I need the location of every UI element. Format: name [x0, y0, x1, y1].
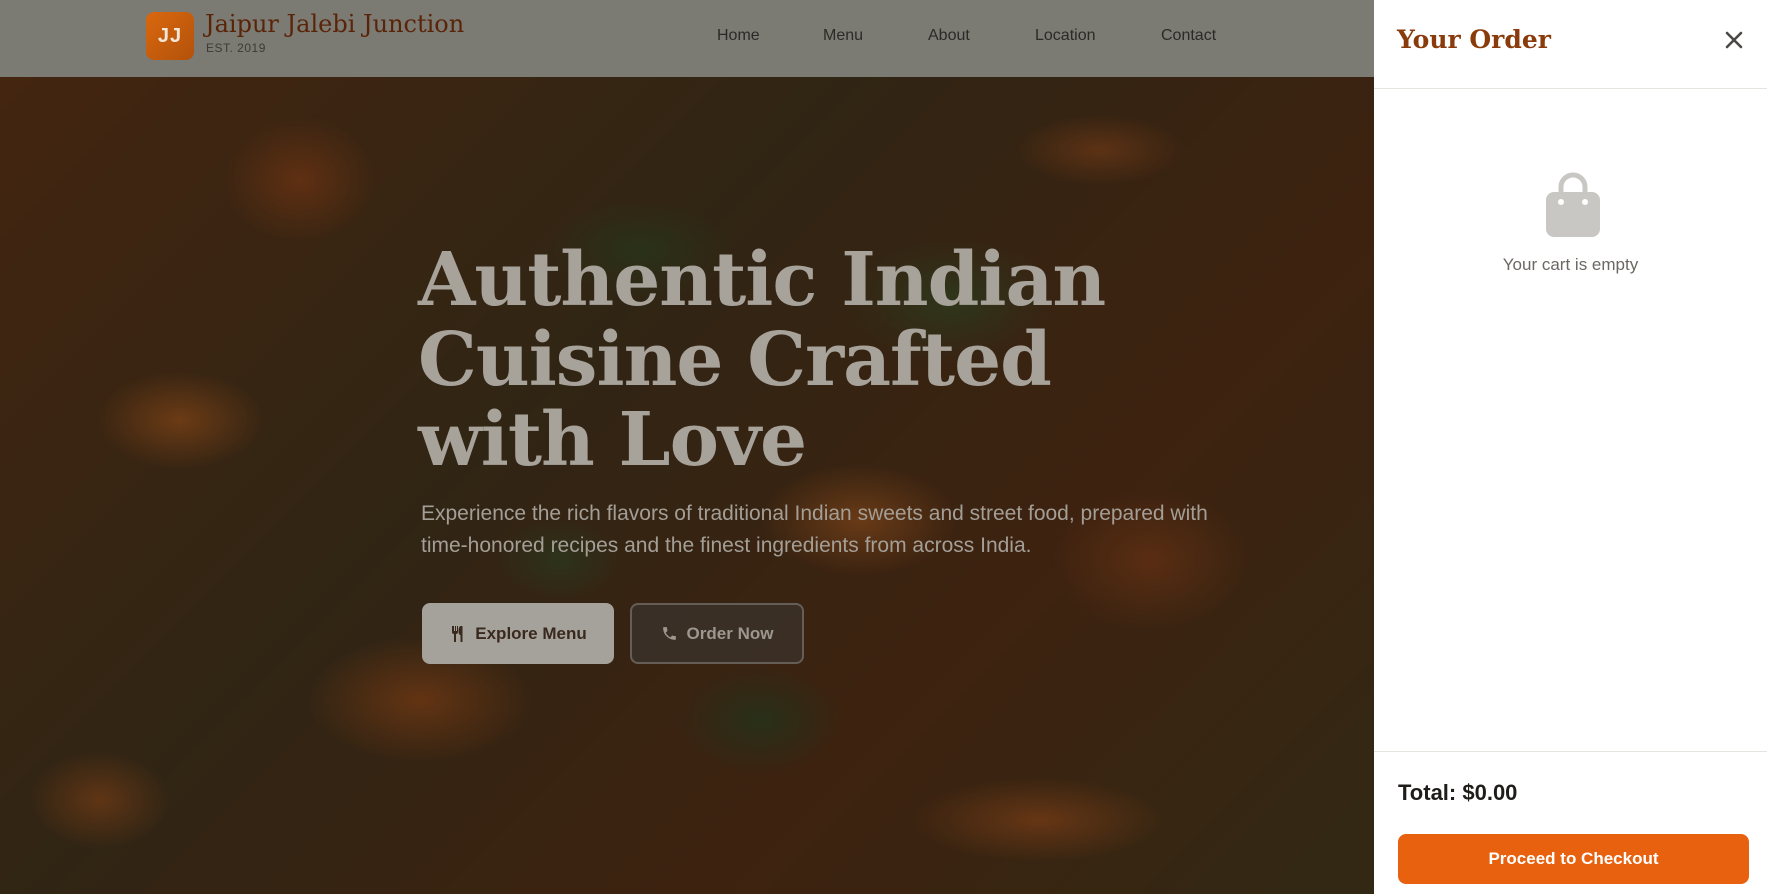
explore-menu-button[interactable]: Explore Menu — [422, 603, 614, 664]
nav-item-contact[interactable]: Contact — [1161, 27, 1216, 45]
phone-icon — [661, 625, 679, 643]
cart-header: Your Order — [1374, 0, 1767, 89]
cart-panel: Your Order Your cart is empty Total: $0.… — [1374, 0, 1767, 894]
nav-item-home[interactable]: Home — [717, 27, 760, 45]
hero-subtitle: Experience the rich flavors of tradition… — [421, 502, 1208, 557]
logo-badge[interactable]: JJ — [146, 12, 194, 60]
cart-total: Total: $0.00 — [1398, 780, 1518, 805]
order-now-label: Order Now — [686, 623, 774, 643]
brand-established: EST. 2019 — [206, 41, 266, 55]
utensils-icon — [449, 625, 467, 643]
cart-empty-message: Your cart is empty — [1502, 255, 1639, 274]
shopping-bag-icon — [1543, 170, 1603, 240]
order-now-button[interactable]: Order Now — [630, 603, 804, 664]
proceed-to-checkout-button[interactable]: Proceed to Checkout — [1398, 834, 1749, 884]
brand-name[interactable]: Jaipur Jalebi Junction — [205, 10, 464, 38]
nav-item-menu[interactable]: Menu — [823, 27, 863, 45]
cart-title: Your Order — [1397, 25, 1551, 54]
explore-menu-label: Explore Menu — [475, 623, 587, 643]
nav-item-location[interactable]: Location — [1035, 27, 1096, 45]
nav-item-about[interactable]: About — [928, 27, 970, 45]
close-icon[interactable] — [1720, 26, 1748, 54]
cart-footer: Total: $0.00 Proceed to Checkout — [1374, 751, 1767, 894]
hero-title: Authentic Indian Cuisine Crafted with Lo… — [418, 237, 1106, 483]
